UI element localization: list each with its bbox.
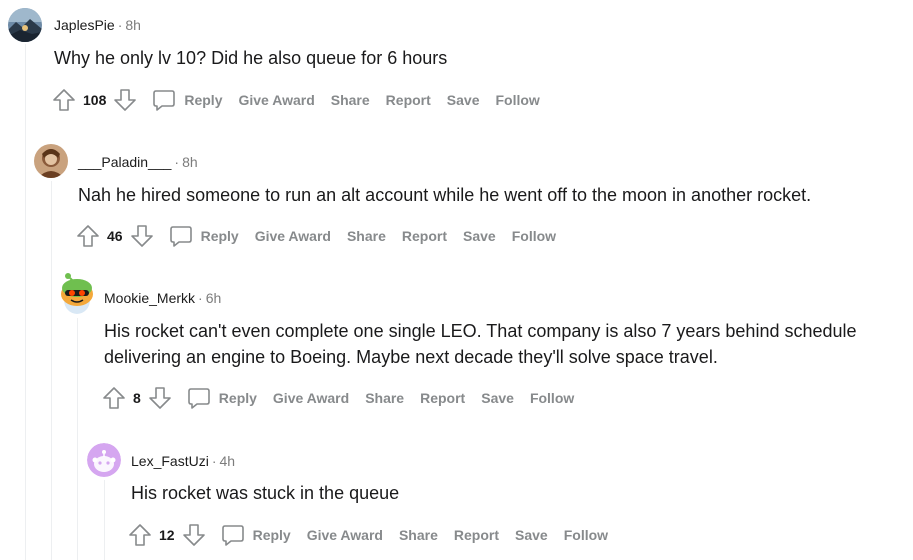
- vote-score: 12: [159, 527, 175, 543]
- separator: ·: [211, 453, 217, 469]
- avatar[interactable]: [58, 270, 96, 316]
- follow-button[interactable]: Follow: [564, 527, 608, 543]
- separator: ·: [174, 154, 180, 170]
- save-button[interactable]: Save: [463, 228, 496, 244]
- follow-button[interactable]: Follow: [496, 92, 540, 108]
- downvote-icon: [148, 387, 171, 409]
- comment-bubble-icon: [221, 523, 245, 547]
- separator: ·: [198, 290, 203, 306]
- upvote-button[interactable]: [75, 223, 101, 249]
- downvote-icon: [130, 225, 153, 247]
- reply-label: Reply: [252, 527, 291, 543]
- downvote-button[interactable]: [129, 223, 155, 249]
- reply-label: Reply: [184, 92, 223, 108]
- comment-body-line: delivering an engine to Boeing. Maybe ne…: [104, 347, 718, 367]
- reply-button[interactable]: Reply: [152, 88, 222, 112]
- follow-button[interactable]: Follow: [530, 390, 574, 406]
- downvote-button[interactable]: [147, 385, 173, 411]
- report-button[interactable]: Report: [420, 390, 465, 406]
- upvote-button[interactable]: [51, 87, 77, 113]
- thread-line-2[interactable]: [51, 181, 52, 560]
- thread-line-3[interactable]: [77, 318, 78, 560]
- upvote-icon: [103, 387, 125, 409]
- report-button[interactable]: Report: [402, 228, 447, 244]
- comment-bubble-icon: [169, 224, 193, 248]
- comment-body: Nah he hired someone to run an alt accou…: [78, 185, 812, 205]
- upvote-icon: [77, 225, 99, 247]
- give-award-button[interactable]: Give Award: [238, 92, 314, 108]
- comment-meta: ___Paladin___ · 8h: [78, 153, 198, 171]
- downvote-button[interactable]: [181, 522, 207, 548]
- timestamp[interactable]: 8h: [182, 154, 198, 170]
- comment-body-line: His rocket can't even complete one singl…: [104, 321, 857, 341]
- avatar[interactable]: [87, 443, 121, 477]
- reply-label: Reply: [200, 228, 239, 244]
- save-button[interactable]: Save: [515, 527, 548, 543]
- author-name[interactable]: Lex_FastUzi: [131, 453, 209, 469]
- share-button[interactable]: Share: [365, 390, 404, 406]
- share-button[interactable]: Share: [347, 228, 386, 244]
- downvote-icon: [182, 524, 205, 546]
- timestamp[interactable]: 4h: [219, 453, 235, 469]
- save-button[interactable]: Save: [481, 390, 514, 406]
- thread-line-1[interactable]: [25, 44, 26, 560]
- downvote-icon: [114, 89, 137, 111]
- vote-score: 46: [107, 228, 123, 244]
- follow-button[interactable]: Follow: [512, 228, 556, 244]
- comment-actions: 46 Reply Give Award Share Report Save Fo…: [75, 223, 556, 249]
- author-name[interactable]: Mookie_Merkk: [104, 290, 195, 306]
- downvote-button[interactable]: [112, 87, 138, 113]
- reply-button[interactable]: Reply: [187, 386, 257, 410]
- thread-line-4[interactable]: [104, 480, 105, 560]
- upvote-button[interactable]: [101, 385, 127, 411]
- vote-score: 108: [83, 92, 107, 108]
- report-button[interactable]: Report: [386, 92, 431, 108]
- share-button[interactable]: Share: [399, 527, 438, 543]
- upvote-button[interactable]: [127, 522, 153, 548]
- reply-label: Reply: [218, 390, 257, 406]
- give-award-button[interactable]: Give Award: [307, 527, 383, 543]
- save-button[interactable]: Save: [447, 92, 480, 108]
- author-name[interactable]: ___Paladin___: [78, 154, 171, 170]
- give-award-button[interactable]: Give Award: [255, 228, 331, 244]
- timestamp[interactable]: 6h: [206, 290, 222, 306]
- comment-actions: 12 Reply Give Award Share Report Save Fo…: [127, 522, 608, 548]
- separator: ·: [117, 17, 123, 33]
- upvote-icon: [53, 89, 75, 111]
- give-award-button[interactable]: Give Award: [273, 390, 349, 406]
- comment-bubble-icon: [187, 386, 211, 410]
- vote-score: 8: [133, 390, 141, 406]
- comment-body: His rocket can't even complete one singl…: [104, 318, 857, 370]
- comment-bubble-icon: [152, 88, 176, 112]
- author-name[interactable]: JaplesPie: [54, 17, 115, 33]
- comment-body: Why he only lv 10? Did he also queue for…: [54, 48, 448, 68]
- comment-meta: Mookie_Merkk · 6h: [104, 289, 221, 307]
- report-button[interactable]: Report: [454, 527, 499, 543]
- share-button[interactable]: Share: [331, 92, 370, 108]
- reply-button[interactable]: Reply: [169, 224, 239, 248]
- timestamp[interactable]: 8h: [125, 17, 141, 33]
- upvote-icon: [129, 524, 151, 546]
- comment-body: His rocket was stuck in the queue: [131, 483, 400, 503]
- comment-meta: JaplesPie · 8h: [54, 16, 141, 34]
- reply-button[interactable]: Reply: [221, 523, 291, 547]
- comment-actions: 8 Reply Give Award Share Report Save Fol…: [101, 385, 574, 411]
- comment-actions: 108 Reply Give Award Share Report Save F…: [51, 87, 540, 113]
- comment-meta: Lex_FastUzi · 4h: [131, 452, 235, 470]
- avatar[interactable]: [34, 144, 68, 178]
- avatar[interactable]: [8, 8, 42, 42]
